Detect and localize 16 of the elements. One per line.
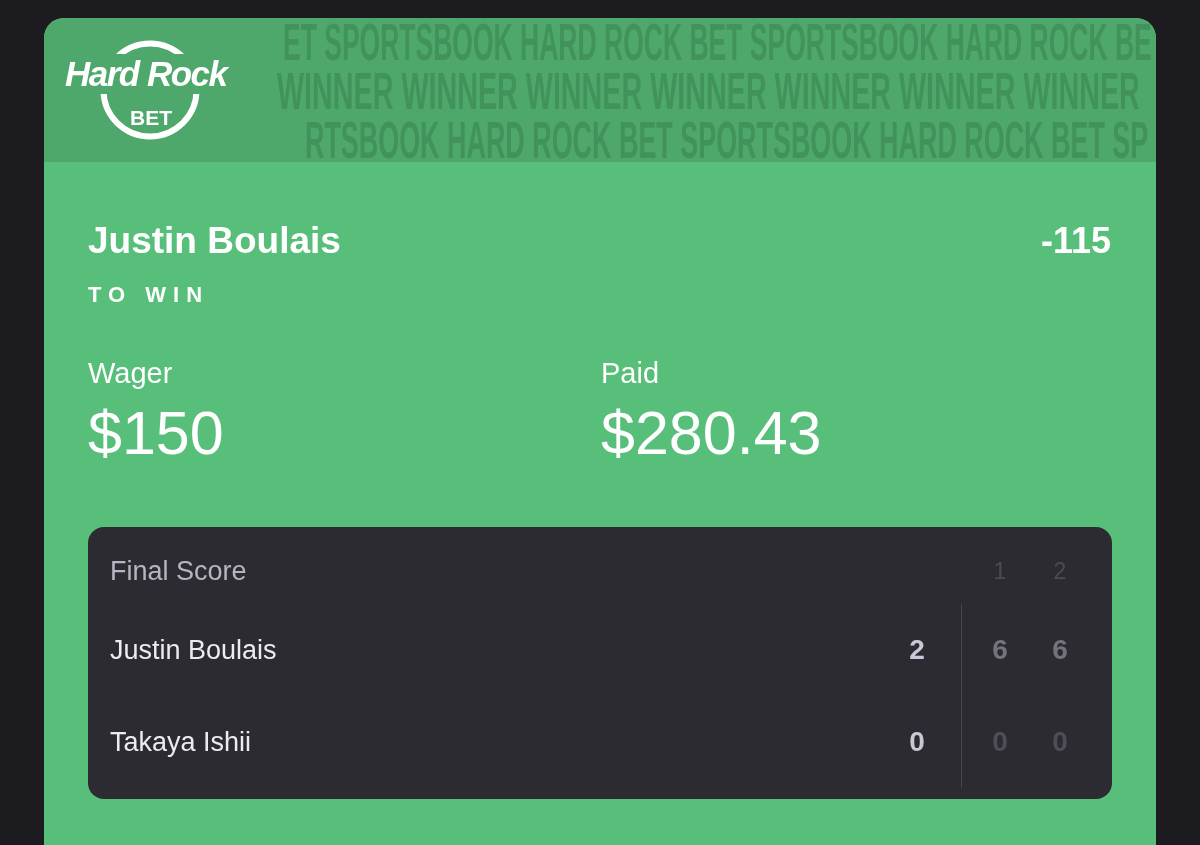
amount-value: $150 xyxy=(88,400,224,466)
selection-name: Justin Boulais xyxy=(88,220,341,262)
scoreboard-title: Final Score xyxy=(110,554,247,587)
logo-subtitle: BET xyxy=(130,106,172,130)
total-score: 0 xyxy=(909,726,925,758)
player-name: Takaya Ishii xyxy=(110,726,252,758)
market-label: TO WIN xyxy=(88,282,210,308)
set-score: 6 xyxy=(992,634,1008,666)
player-name: Justin Boulais xyxy=(110,634,277,666)
amount-label: Wager xyxy=(88,356,173,390)
amount-label: Paid xyxy=(601,356,660,390)
logo-wordmark: Hard Rock xyxy=(64,54,228,94)
odds: -115 xyxy=(1040,220,1111,262)
set-score: 6 xyxy=(1052,634,1068,666)
total-score: 2 xyxy=(909,634,925,666)
amount-value: $280.43 xyxy=(601,400,822,466)
